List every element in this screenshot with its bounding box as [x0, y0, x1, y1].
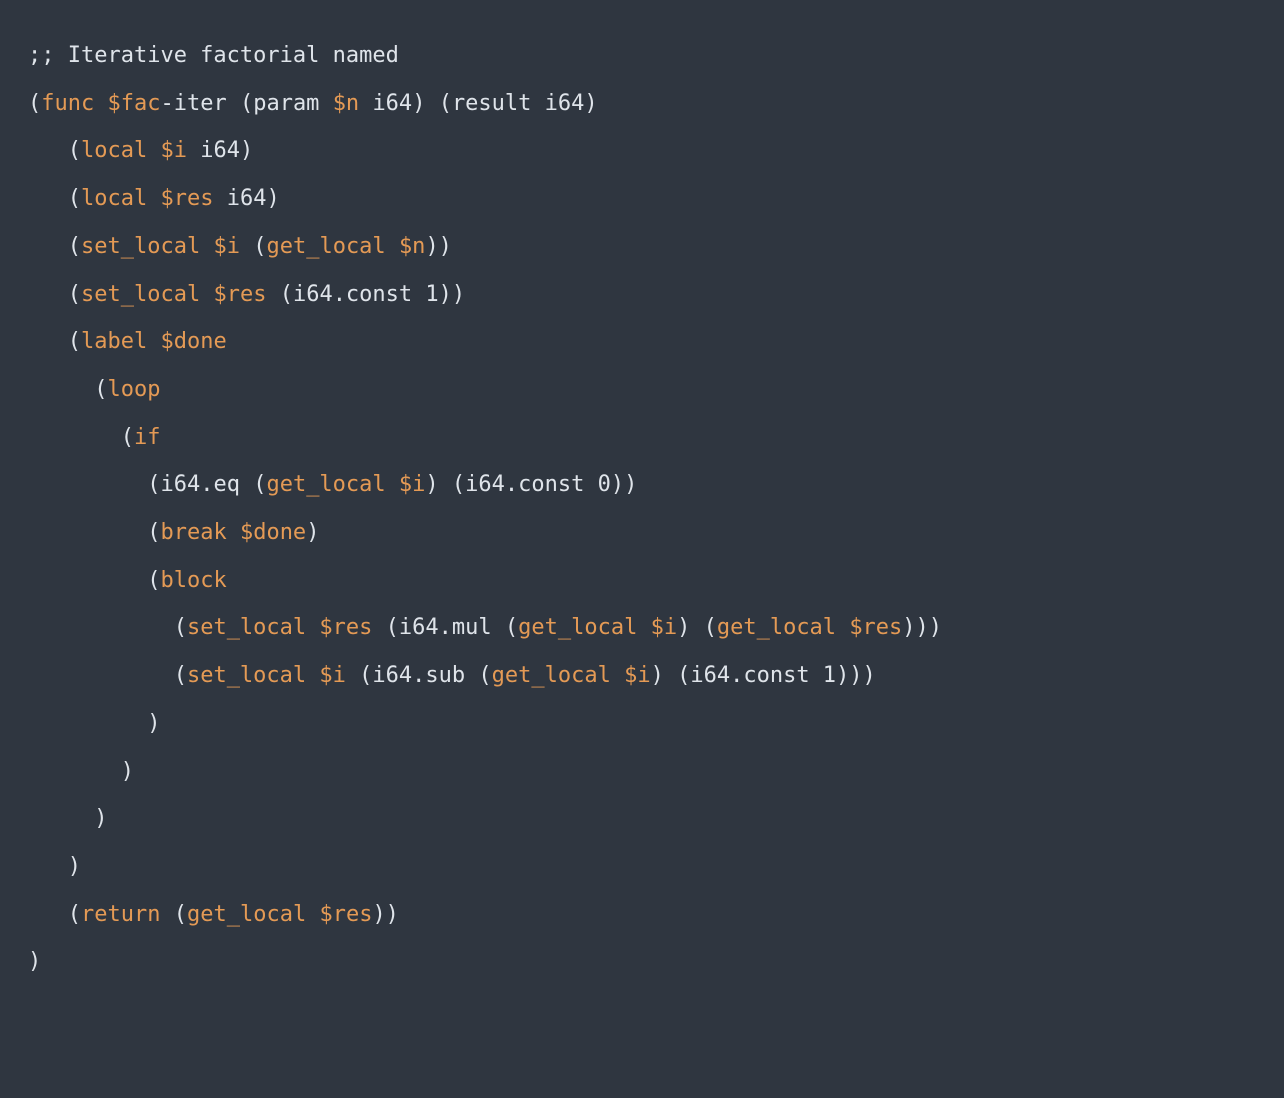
kw-block: block: [160, 568, 226, 593]
code-comment: ;; Iterative factorial named: [28, 43, 399, 68]
var-done: $done: [160, 329, 226, 354]
kw-if: if: [134, 425, 161, 450]
kw-return: return: [81, 902, 160, 927]
var-fac: $fac: [107, 91, 160, 116]
kw-local: local: [81, 138, 147, 163]
kw-get-local: get_local: [266, 234, 385, 259]
code-block: ;; Iterative factorial named (func $fac-…: [0, 0, 1284, 1018]
var-n: $n: [333, 91, 360, 116]
var-res: $res: [160, 186, 213, 211]
var-i: $i: [160, 138, 187, 163]
kw-set-local: set_local: [81, 234, 200, 259]
kw-func: func: [41, 91, 94, 116]
kw-loop: loop: [107, 377, 160, 402]
kw-break: break: [160, 520, 226, 545]
kw-label: label: [81, 329, 147, 354]
